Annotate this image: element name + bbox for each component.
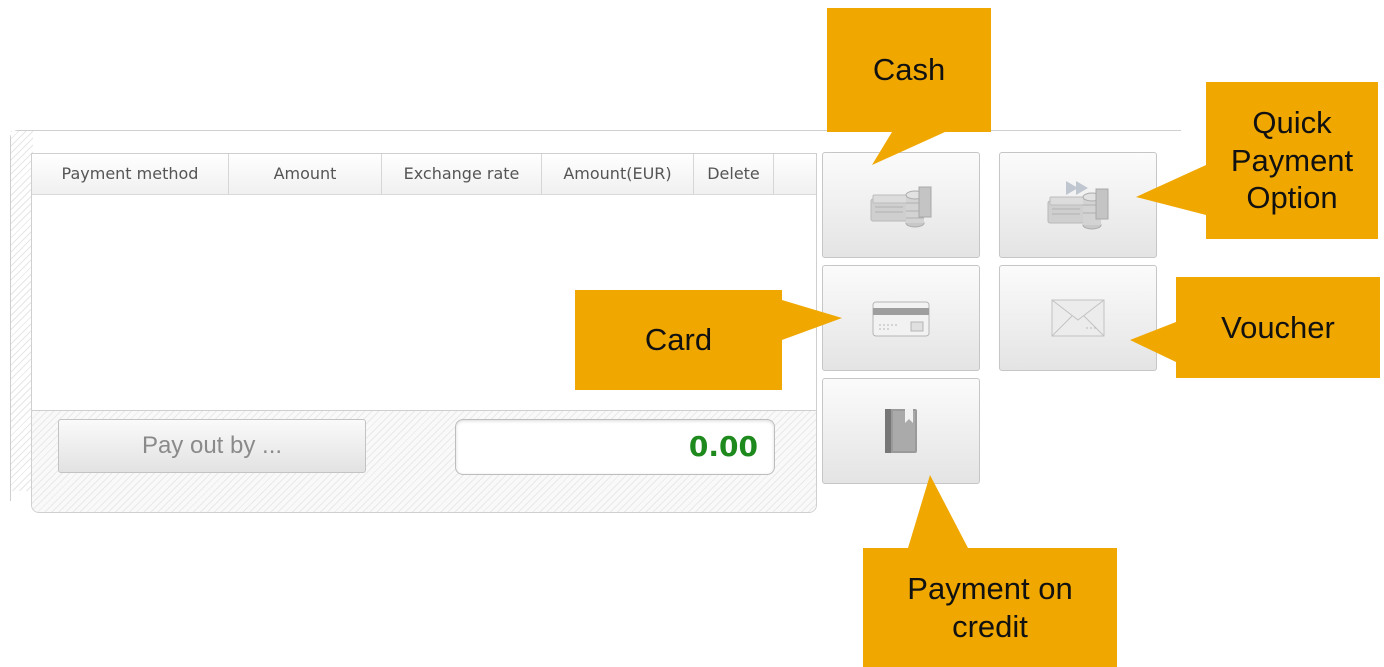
cash-callout: Cash — [827, 8, 991, 132]
payment-on-credit-callout-pointer — [908, 475, 968, 548]
card-callout: Card — [575, 290, 782, 390]
cash-callout-pointer — [872, 132, 945, 165]
quick-payment-callout-pointer — [1136, 165, 1206, 215]
payment-on-credit-callout: Payment on credit — [863, 548, 1117, 667]
quick-payment-callout: Quick Payment Option — [1206, 82, 1378, 239]
card-callout-pointer — [782, 300, 842, 340]
voucher-callout: Voucher — [1176, 277, 1380, 378]
voucher-callout-pointer — [1130, 322, 1176, 362]
